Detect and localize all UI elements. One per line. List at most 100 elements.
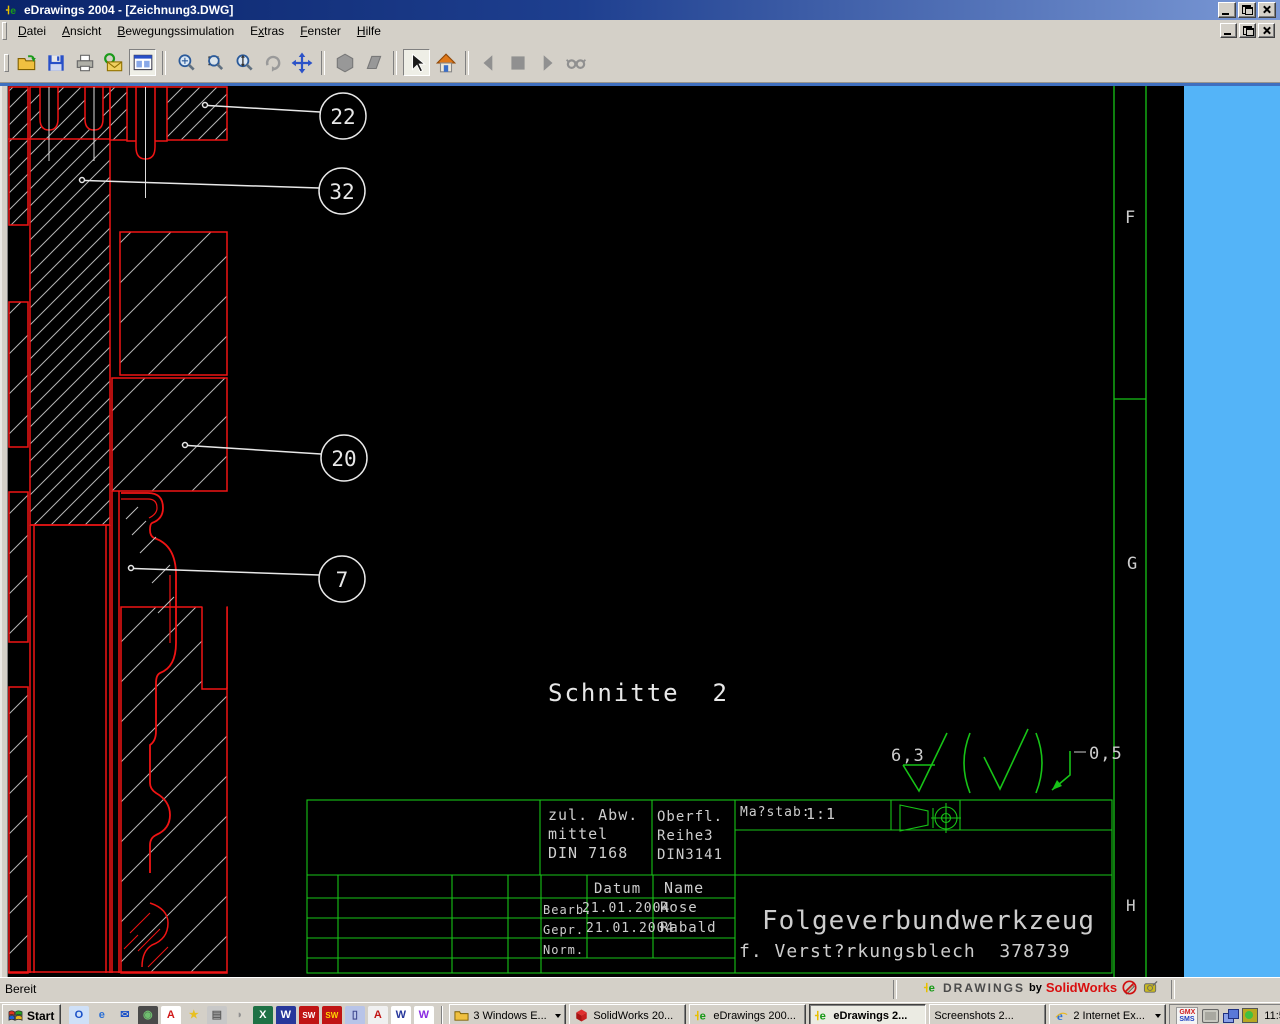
child-close-button[interactable] <box>1258 23 1275 38</box>
word-template-icon[interactable]: W <box>413 1005 434 1024</box>
menu-datei[interactable]: Datei <box>10 22 54 40</box>
outlook-icon[interactable]: O <box>68 1005 89 1024</box>
save-button[interactable] <box>42 49 69 76</box>
svg-text:21.01.2004: 21.01.2004 <box>582 901 670 916</box>
menu-grip[interactable] <box>2 22 7 40</box>
edrawings-window: eDrawings 2004 - [Zeichnung3.DWG] Datei A… <box>0 0 1280 1024</box>
word-doc-icon[interactable]: W <box>390 1005 411 1024</box>
word-icon[interactable]: W <box>275 1005 296 1024</box>
zone-letter-g: G <box>1127 554 1138 574</box>
edrawings-app-icon <box>4 3 20 17</box>
edrawings-logo-icon <box>922 980 939 995</box>
task-windows-explorer[interactable]: 3 Windows E... <box>449 1004 567 1024</box>
animation-button[interactable] <box>562 49 589 76</box>
menu-ansicht[interactable]: Ansicht <box>54 22 109 40</box>
tile-icon <box>132 52 154 74</box>
select-button[interactable] <box>403 49 430 76</box>
solidworks-explorer-icon[interactable]: SW <box>321 1005 342 1024</box>
svg-text:mittel: mittel <box>548 825 608 843</box>
file-cabinet-icon[interactable]: ▤ <box>206 1005 227 1024</box>
pan-icon <box>291 52 313 74</box>
taskbar-divider <box>441 1005 444 1024</box>
menubar: Datei Ansicht Bewegungssimulation Extras Fen… <box>0 20 1280 43</box>
next-button[interactable] <box>533 49 560 76</box>
stop-button[interactable] <box>504 49 531 76</box>
nvidia-tray-icon[interactable] <box>1242 1008 1259 1023</box>
task-solidworks[interactable]: SolidWorks 20... <box>569 1004 687 1024</box>
dropdown-arrow-icon[interactable] <box>555 1013 562 1018</box>
dropdown-arrow-icon[interactable] <box>1155 1013 1162 1018</box>
wire-icon <box>363 52 385 74</box>
acrobat-distiller-icon[interactable]: A <box>367 1005 388 1024</box>
taskbar: Start Oe ✉ ◉ A ★ ▤ ◗ X W SW SW ▯ A W W 3 Windows E... S… <box>0 1002 1280 1024</box>
window-title: eDrawings 2004 - [Zeichnung3.DWG] <box>24 3 234 17</box>
home-button[interactable] <box>432 49 459 76</box>
measure-tool-icon[interactable] <box>1142 980 1159 995</box>
menu-extras[interactable]: Extras <box>242 22 292 40</box>
menu-fenster[interactable]: Fenster <box>292 22 349 40</box>
window-layout-button[interactable] <box>129 49 156 76</box>
excel-icon[interactable]: X <box>252 1005 273 1024</box>
task-screenshots[interactable]: Screenshots 2... <box>929 1004 1047 1024</box>
pan-button[interactable] <box>288 49 315 76</box>
prev-icon <box>478 52 500 74</box>
clock: 11:50 <box>1264 1009 1280 1022</box>
previous-button[interactable] <box>475 49 502 76</box>
image-viewer-icon[interactable]: ◉ <box>137 1005 158 1024</box>
svg-text:Rose: Rose <box>660 900 698 916</box>
task-internet-explorer[interactable]: 2 Internet Ex... <box>1049 1004 1167 1024</box>
shaded-button[interactable] <box>331 49 358 76</box>
stop-icon <box>507 52 529 74</box>
display-tray-icon[interactable] <box>1223 1009 1240 1023</box>
glasses-icon <box>565 52 587 74</box>
zoom-fit-button[interactable] <box>172 49 199 76</box>
zoom-window-button[interactable] <box>201 49 228 76</box>
ie-quick-icon[interactable]: e <box>92 1006 112 1024</box>
rotate-icon <box>262 52 284 74</box>
task-edrawings-2[interactable]: eDrawings 2... <box>809 1004 927 1024</box>
close-button[interactable] <box>1258 2 1276 18</box>
section-label: Schnitte 2 <box>548 679 729 707</box>
child-restore-button[interactable] <box>1239 23 1256 38</box>
wireframe-button[interactable] <box>360 49 387 76</box>
rotate-button[interactable] <box>259 49 286 76</box>
child-minimize-button[interactable] <box>1220 23 1237 38</box>
zone-letter-h: H <box>1126 896 1137 915</box>
menu-bewegungssimulation[interactable]: Bewegungssimulation <box>109 22 242 40</box>
mouse-icon[interactable]: ◗ <box>230 1006 250 1024</box>
open-icon <box>16 52 38 74</box>
phone-icon[interactable]: ▯ <box>344 1005 365 1024</box>
edrawings-icon <box>694 1008 709 1023</box>
print-button[interactable] <box>71 49 98 76</box>
scale-value: 1:1 <box>806 805 836 823</box>
solidworks-quick-icon[interactable]: SW <box>298 1005 319 1024</box>
zoomwin-icon <box>204 52 226 74</box>
start-button[interactable]: Start <box>2 1004 62 1024</box>
menu-hilfe[interactable]: Hilfe <box>349 22 389 40</box>
toolbar-grip[interactable] <box>4 53 9 72</box>
edrawings-brand: DRAWINGS by SolidWorks <box>922 980 1159 995</box>
statusbar: Bereit DRAWINGS by SolidWorks <box>0 977 1280 1002</box>
ie-icon <box>1054 1008 1069 1023</box>
toolbar <box>0 43 1280 83</box>
chip-tray-icon[interactable] <box>1202 1008 1220 1023</box>
roughness-alt-value: 0,5 <box>1089 744 1123 764</box>
zoom-inout-button[interactable] <box>230 49 257 76</box>
svg-text:Gepr.: Gepr. <box>543 923 584 937</box>
outlook-express-icon[interactable]: ✉ <box>115 1006 135 1024</box>
minimize-button[interactable] <box>1218 2 1236 18</box>
svg-text:Oberfl.: Oberfl. <box>657 809 723 825</box>
acrobat-icon[interactable]: A <box>160 1005 181 1024</box>
svg-text:Datum: Datum <box>594 881 641 897</box>
favorites-star-icon[interactable]: ★ <box>184 1006 204 1024</box>
open-button[interactable] <box>13 49 40 76</box>
drawing-canvas[interactable]: 22 32 20 7 Schnitte 2 F G H 6,3 0,5 zul.… <box>0 83 1280 977</box>
task-edrawings-1[interactable]: eDrawings 200... <box>689 1004 807 1024</box>
svg-text:Rabald: Rabald <box>660 920 717 936</box>
task-buttons: 3 Windows E... SolidWorks 20... eDrawings … <box>449 1004 1169 1024</box>
toolbar-separator <box>162 50 166 75</box>
zone-letter-f: F <box>1125 208 1136 228</box>
gmx-sms-tray-icon[interactable]: GMX SMS <box>1176 1006 1199 1024</box>
send-button[interactable] <box>100 49 127 76</box>
restore-button[interactable] <box>1238 2 1256 18</box>
